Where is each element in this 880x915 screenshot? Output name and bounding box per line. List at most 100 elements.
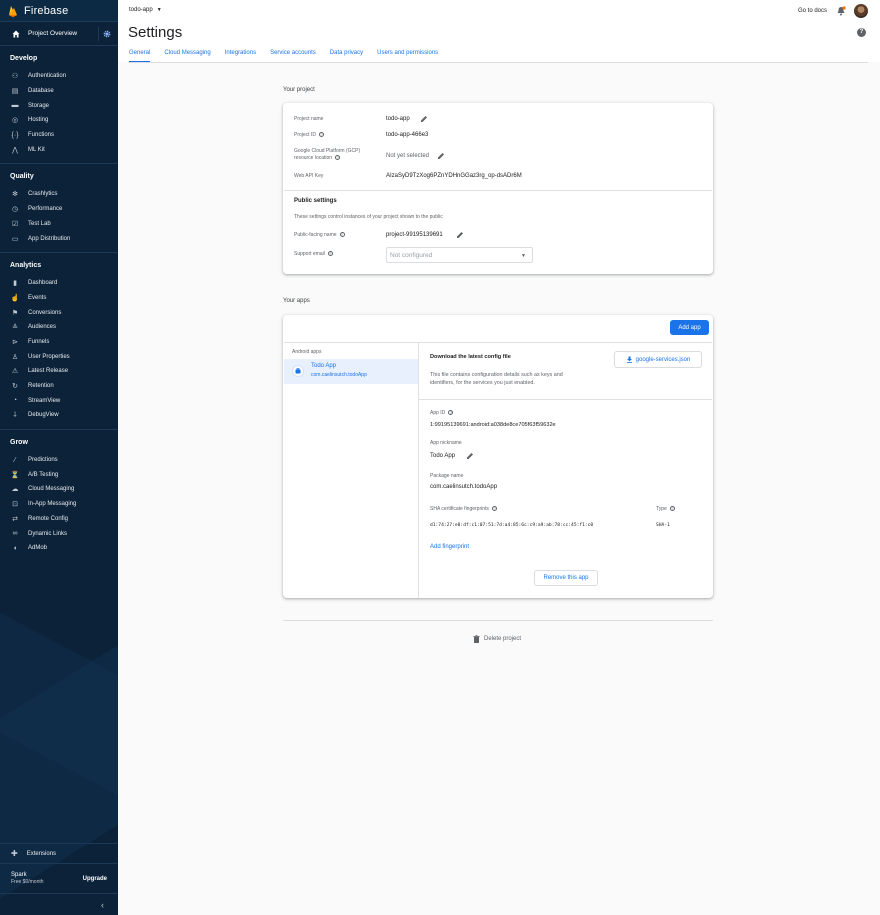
help-circle-icon[interactable]: ?: [335, 155, 341, 161]
type-label: Type?: [656, 506, 675, 512]
go-to-docs-link[interactable]: Go to docs: [798, 8, 827, 14]
delete-project-button[interactable]: Delete project: [473, 635, 521, 643]
sidebar-item-audiences[interactable]: ≗ Audiences: [0, 320, 118, 335]
sidebar-item-authentication[interactable]: ⚇ Authentication: [0, 69, 118, 84]
plan-price: Free $0/month: [11, 879, 44, 885]
help-circle-icon[interactable]: ?: [491, 506, 497, 512]
download-config-button[interactable]: google-services.json: [614, 351, 702, 368]
sidebar-item-label: Crashlytics: [28, 191, 58, 198]
project-settings-button[interactable]: [98, 27, 112, 41]
sidebar-item-label: AdMob: [28, 545, 48, 552]
app-name: Todo App: [311, 363, 337, 369]
edit-project-name-pencil-icon[interactable]: [420, 115, 428, 123]
sidebar-item-label: Dashboard: [28, 280, 58, 287]
edit-public-name-pencil-icon[interactable]: [456, 231, 464, 239]
sidebar-item-database[interactable]: ▤ Database: [0, 84, 118, 99]
remove-app-button[interactable]: Remove this app: [534, 570, 598, 586]
sidebar-item-storage[interactable]: ▬ Storage: [0, 98, 118, 113]
sidebar-item-events[interactable]: ☝ Events: [0, 291, 118, 306]
extensions-icon: ✚: [11, 849, 18, 858]
sidebar-item-latest-release[interactable]: ⚠ Latest Release: [0, 364, 118, 379]
trash-icon: [473, 635, 480, 643]
your-apps-heading: Your apps: [283, 298, 310, 304]
sidebar-item-project-overview[interactable]: Project Overview: [0, 22, 118, 46]
android-apps-label: Android apps: [292, 349, 322, 355]
header-divider: [128, 62, 868, 63]
web-api-key-value: AIzaSyD9TzXog6PZnYDHnGGaz3rg_op-dsADr6M: [386, 173, 522, 179]
edit-gcp-location-pencil-icon[interactable]: [437, 152, 445, 160]
sidebar-item-dynamic-links[interactable]: ∞ Dynamic Links: [0, 526, 118, 541]
performance-icon: ◷: [11, 206, 19, 214]
config-file-title: Download the latest config file: [430, 354, 511, 360]
sidebar-item-user-properties[interactable]: ♙ User Properties: [0, 349, 118, 364]
sidebar-item-extensions[interactable]: ✚ Extensions: [0, 843, 118, 863]
tab-service-accounts[interactable]: Service accounts: [270, 50, 316, 62]
add-fingerprint-link[interactable]: Add fingerprint: [430, 544, 469, 550]
sidebar-item-test-lab[interactable]: ☑ Test Lab: [0, 217, 118, 232]
help-circle-icon[interactable]: ?: [318, 132, 324, 138]
help-circle-icon[interactable]: ?: [669, 506, 675, 512]
sidebar-item-label: Project Overview: [28, 30, 78, 37]
tab-users-and-permissions[interactable]: Users and permissions: [377, 50, 438, 62]
sidebar-item-cloud-messaging[interactable]: ☁ Cloud Messaging: [0, 482, 118, 497]
help-icon[interactable]: ?: [857, 28, 866, 37]
app-package: com.caelinsutch.todoApp: [311, 372, 367, 378]
help-circle-icon[interactable]: ?: [327, 251, 333, 257]
project-selector[interactable]: todo-app ▼: [129, 7, 162, 13]
android-icon: [295, 368, 301, 374]
funnels-icon: ⊳: [12, 338, 18, 346]
sidebar-item-label: Cloud Messaging: [28, 486, 75, 493]
android-app-item[interactable]: Todo App com.caelinsutch.todoApp: [284, 359, 418, 384]
sidebar-item-label: Extensions: [26, 850, 57, 857]
sidebar-item-retention[interactable]: ↻ Retention: [0, 379, 118, 394]
tab-general[interactable]: General: [129, 50, 151, 62]
sidebar-item-remote-config[interactable]: ⇄ Remote Config: [0, 512, 118, 527]
avatar[interactable]: [854, 4, 868, 18]
storage-icon: ▬: [11, 102, 19, 110]
project-id-label: Project ID?: [294, 132, 324, 138]
crashlytics-icon: ✻: [12, 191, 18, 199]
help-circle-icon[interactable]: ?: [339, 232, 345, 238]
home-icon: [12, 30, 20, 37]
sidebar-item-conversions[interactable]: ⚑ Conversions: [0, 305, 118, 320]
public-settings-description: These settings control instances of your…: [294, 214, 443, 220]
tab-cloud-messaging[interactable]: Cloud Messaging: [164, 50, 210, 62]
sidebar-item-in-app-messaging[interactable]: ⊡ In-App Messaging: [0, 497, 118, 512]
firebase-logo[interactable]: Firebase: [0, 0, 118, 22]
sidebar-item-dashboard[interactable]: ▮ Dashboard: [0, 276, 118, 291]
package-name-value: com.caelinsutch.todoApp: [430, 484, 498, 490]
sidebar-item-hosting[interactable]: ◎ Hosting: [0, 113, 118, 128]
collapse-sidebar-button[interactable]: ‹: [0, 893, 118, 915]
add-app-button[interactable]: Add app: [670, 320, 709, 335]
chevron-down-icon: ▼: [156, 7, 162, 13]
config-file-description: This file contains configuration details…: [430, 372, 563, 386]
edit-nickname-pencil-icon[interactable]: [466, 452, 474, 460]
sidebar-item-app-distribution[interactable]: ▭ App Distribution: [0, 231, 118, 246]
sidebar-section-title: Quality: [10, 173, 34, 181]
sidebar-item-crashlytics[interactable]: ✻ Crashlytics: [0, 187, 118, 202]
debugview-icon: ⸸: [13, 411, 17, 419]
app-id-value: 1:99195139691:android:a038de8ce705f63f59…: [430, 422, 556, 428]
sidebar-item-ml-kit[interactable]: ⋀ ML Kit: [0, 142, 118, 157]
notifications-bell-icon[interactable]: [836, 6, 846, 16]
sidebar-item-functions[interactable]: {·} Functions: [0, 128, 118, 143]
tab-data-privacy[interactable]: Data privacy: [330, 50, 363, 62]
in-app-messaging-icon: ⊡: [12, 501, 18, 509]
help-circle-icon[interactable]: ?: [448, 410, 454, 416]
sidebar-section-analytics: Analytics ▮ Dashboard ☝ Events ⚑ Conversion…: [0, 253, 118, 430]
remote-config-icon: ⇄: [12, 515, 18, 523]
sidebar-item-funnels[interactable]: ⊳ Funnels: [0, 335, 118, 350]
sidebar-item-predictions[interactable]: ⁄ Predictions: [0, 453, 118, 468]
sidebar-item-label: Dynamic Links: [28, 530, 68, 537]
sidebar-item-admob[interactable]: ◖ AdMob: [0, 541, 118, 556]
tab-integrations[interactable]: Integrations: [225, 50, 256, 62]
sidebar-section-grow: Grow ⁄ Predictions ⏳ A/B Testing ☁ Cloud Me…: [0, 430, 118, 562]
sidebar-item-debugview[interactable]: ⸸ DebugView: [0, 408, 118, 423]
chevron-left-icon: ‹: [101, 899, 104, 910]
sidebar-item-ab-testing[interactable]: ⏳ A/B Testing: [0, 467, 118, 482]
upgrade-button[interactable]: Upgrade: [83, 876, 107, 882]
sidebar-item-performance[interactable]: ◷ Performance: [0, 202, 118, 217]
support-email-label: Support email?: [294, 251, 333, 257]
sidebar-item-streamview[interactable]: ◔ StreamView: [0, 393, 118, 408]
support-email-select[interactable]: Not configured ▼: [386, 247, 533, 263]
